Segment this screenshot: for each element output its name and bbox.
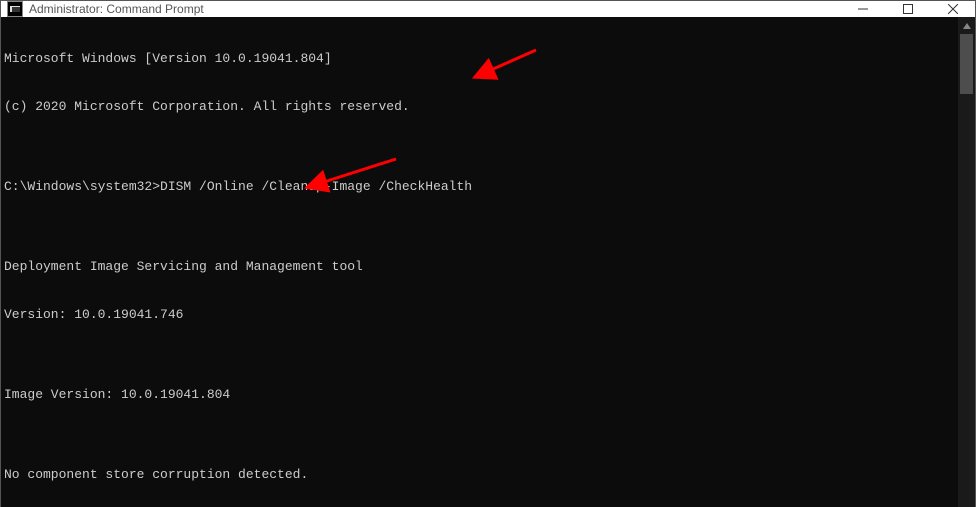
output-line: (c) 2020 Microsoft Corporation. All righ…	[4, 99, 958, 115]
window-title: Administrator: Command Prompt	[29, 2, 840, 16]
prompt-line: C:\Windows\system32>DISM /Online /Cleanu…	[4, 179, 958, 195]
maximize-icon	[903, 4, 913, 14]
terminal-area: Microsoft Windows [Version 10.0.19041.80…	[1, 17, 975, 507]
output-line: No component store corruption detected.	[4, 467, 958, 483]
maximize-button[interactable]	[885, 1, 930, 17]
close-button[interactable]	[930, 1, 975, 17]
output-line: Microsoft Windows [Version 10.0.19041.80…	[4, 51, 958, 67]
scrollbar-track[interactable]	[958, 34, 975, 507]
titlebar[interactable]: Administrator: Command Prompt	[1, 1, 975, 17]
scroll-up-button[interactable]	[958, 17, 975, 34]
output-line: Version: 10.0.19041.746	[4, 307, 958, 323]
cmd-icon	[7, 1, 23, 17]
output-line: Image Version: 10.0.19041.804	[4, 387, 958, 403]
terminal-output[interactable]: Microsoft Windows [Version 10.0.19041.80…	[1, 17, 958, 507]
minimize-button[interactable]	[840, 1, 885, 17]
close-icon	[948, 4, 958, 14]
vertical-scrollbar[interactable]	[958, 17, 975, 507]
scrollbar-thumb[interactable]	[960, 34, 973, 94]
minimize-icon	[858, 4, 868, 14]
command-prompt-window: Administrator: Command Prompt Microsoft …	[0, 0, 976, 507]
output-line: Deployment Image Servicing and Managemen…	[4, 259, 958, 275]
chevron-up-icon	[963, 23, 971, 29]
window-controls	[840, 1, 975, 17]
